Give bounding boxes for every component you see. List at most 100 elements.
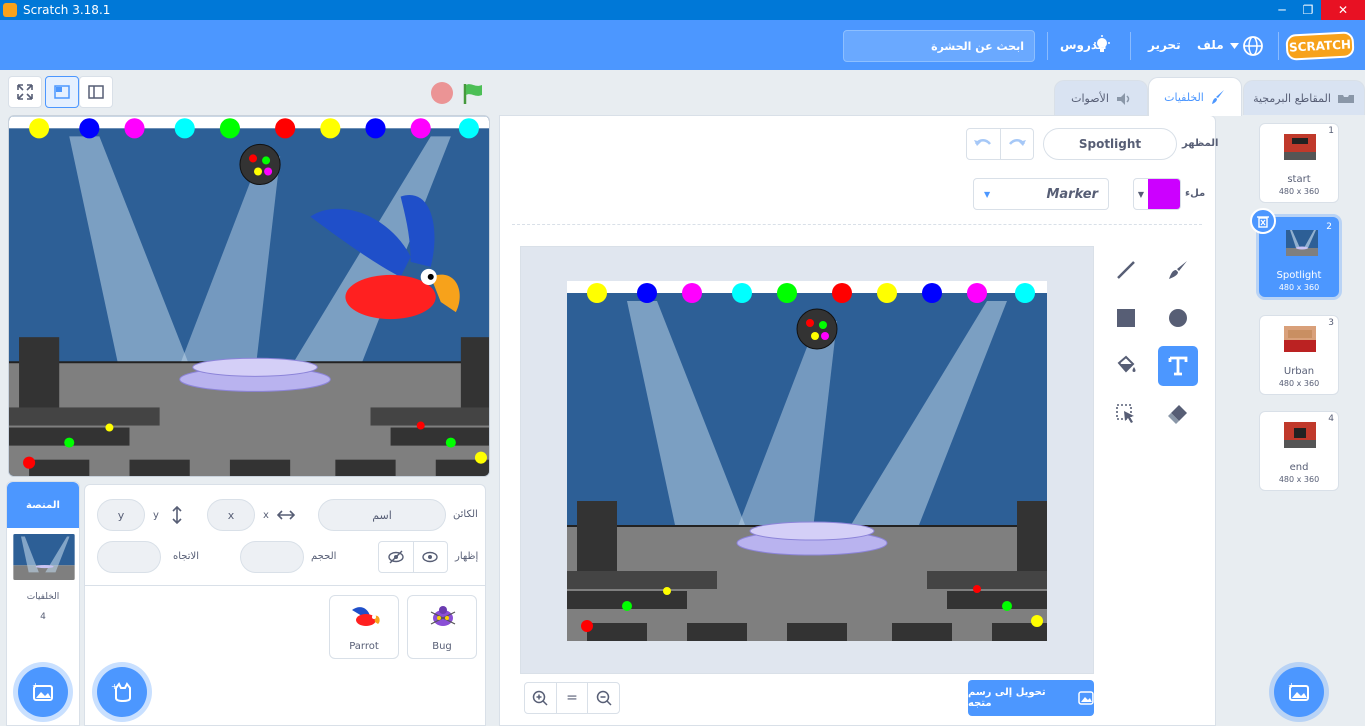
costume-size: 480 x 360 — [1278, 379, 1320, 388]
eye-icon — [422, 551, 438, 563]
stage-target-header: المنصة — [7, 482, 79, 528]
direction-input[interactable] — [97, 541, 161, 573]
circle-tool[interactable] — [1158, 298, 1198, 338]
svg-text:+: + — [32, 682, 39, 690]
image-icon — [1078, 691, 1094, 705]
costume-item[interactable]: 3 Urban 480 x 360 — [1259, 315, 1339, 395]
costume-thumbnail — [1284, 422, 1316, 448]
sprite-name: Parrot — [349, 641, 379, 652]
minimize-button[interactable]: ─ — [1269, 0, 1295, 20]
brush-icon — [1169, 261, 1187, 279]
stage-canvas[interactable] — [8, 115, 490, 477]
sprite-tile-parrot[interactable]: Parrot — [329, 595, 399, 659]
backdrops-count: 4 — [40, 612, 46, 622]
tab-code[interactable]: المقاطع البرمجية — [1243, 80, 1365, 116]
stop-button[interactable] — [431, 82, 453, 104]
menu-divider — [1278, 32, 1279, 60]
chevron-down-icon: ▼ — [1137, 189, 1145, 199]
x-input[interactable]: x — [207, 499, 255, 531]
language-globe-icon[interactable] — [1242, 35, 1264, 57]
maximize-button[interactable]: ❐ — [1295, 0, 1321, 20]
size-input[interactable] — [240, 541, 304, 573]
paint-canvas[interactable] — [567, 281, 1047, 641]
zoom-out-icon — [596, 690, 612, 706]
sprite-tile-bug[interactable]: Bug — [407, 595, 477, 659]
fill-color-swatch — [1148, 179, 1180, 209]
choose-backdrop-button[interactable]: + — [18, 667, 68, 717]
eraser-tool[interactable] — [1158, 394, 1198, 434]
tab-sounds[interactable]: الأصوات — [1054, 80, 1148, 116]
tab-backdrops[interactable]: الخلفيات — [1148, 77, 1242, 116]
paint-canvas-area[interactable] — [520, 246, 1094, 674]
chevron-down-icon[interactable] — [1230, 43, 1239, 49]
fill-label: ملء — [1185, 188, 1206, 199]
choose-backdrop-button[interactable]: + — [1274, 667, 1324, 717]
rectangle-tool[interactable] — [1106, 298, 1146, 338]
fullscreen-icon — [17, 84, 33, 100]
costume-item-selected[interactable]: 2 Spotlight 480 x 360 — [1250, 208, 1339, 297]
stage-header — [0, 70, 500, 115]
text-tool[interactable] — [1158, 346, 1198, 386]
menu-edit[interactable]: تحرير — [1148, 38, 1181, 52]
small-stage-button[interactable] — [45, 76, 79, 108]
select-tool[interactable] — [1106, 394, 1146, 434]
y-input[interactable]: y — [97, 499, 145, 531]
undo-redo-group — [966, 128, 1034, 160]
close-button[interactable]: ✕ — [1321, 0, 1365, 20]
scratch-logo[interactable]: SCRATCH — [1285, 31, 1355, 61]
font-dropdown[interactable]: ▼ Marker — [973, 178, 1109, 210]
fill-tool[interactable] — [1106, 346, 1146, 386]
vertical-arrows-icon — [172, 506, 182, 524]
menu-tutorials[interactable]: الدروس — [1060, 38, 1106, 52]
sprite-name: Bug — [432, 641, 452, 652]
menu-file[interactable]: ملف — [1197, 38, 1224, 52]
horizontal-arrows-icon — [276, 510, 295, 520]
costume-item[interactable]: 4 end 480 x 360 — [1259, 411, 1339, 491]
large-stage-button[interactable] — [79, 76, 113, 108]
x-label: x — [263, 509, 269, 521]
costume-number: 1 — [1328, 126, 1334, 136]
costume-name: end — [1289, 462, 1309, 473]
zoom-in-button[interactable] — [525, 683, 556, 713]
hide-sprite-button[interactable] — [379, 542, 413, 572]
line-icon — [1117, 261, 1135, 279]
search-input[interactable]: ابحث عن الحشرة — [843, 30, 1035, 62]
costume-number: 2 — [1326, 222, 1332, 232]
delete-costume-button[interactable] — [1250, 208, 1276, 234]
paintbrush-icon — [1211, 90, 1224, 104]
convert-to-vector-button[interactable]: تحويل إلى رسم متجه — [968, 680, 1094, 716]
costume-item[interactable]: 1 start 480 x 360 — [1259, 123, 1339, 203]
costume-name: start — [1287, 174, 1311, 185]
costume-size: 480 x 360 — [1278, 283, 1320, 292]
undo-button[interactable] — [967, 129, 1000, 159]
select-arrow-icon — [1116, 404, 1134, 423]
tab-code-label: المقاطع البرمجية — [1253, 92, 1331, 105]
size-label: الحجم — [311, 551, 337, 562]
fullscreen-button[interactable] — [8, 76, 42, 108]
zoom-reset-button[interactable]: = — [555, 683, 588, 713]
brush-tool[interactable] — [1158, 250, 1198, 290]
zoom-out-button[interactable] — [587, 683, 619, 713]
divider — [512, 224, 1202, 225]
costume-name: Spotlight — [1276, 270, 1322, 281]
spotlight-backdrop — [567, 281, 1047, 641]
fill-color-picker[interactable]: ▼ — [1133, 178, 1181, 210]
costume-name-input[interactable]: Spotlight — [1043, 128, 1177, 160]
font-name: Marker — [1046, 186, 1098, 202]
undo-icon — [974, 139, 992, 146]
svg-text:+: + — [1288, 682, 1295, 690]
sprite-name-input[interactable]: اسم — [318, 499, 446, 531]
circle-icon — [1169, 309, 1187, 327]
menu-divider — [1047, 32, 1048, 60]
green-flag-icon[interactable] — [461, 82, 485, 106]
text-icon — [1168, 356, 1188, 376]
editor-scrollbar[interactable] — [1218, 115, 1230, 726]
redo-button[interactable] — [999, 129, 1034, 159]
eraser-icon — [1168, 405, 1187, 424]
show-sprite-button[interactable] — [412, 542, 448, 572]
line-tool[interactable] — [1106, 250, 1146, 290]
parrot-sprite-icon — [352, 607, 380, 626]
add-backdrop-icon: + — [32, 682, 53, 701]
choose-sprite-button[interactable]: + — [97, 667, 147, 717]
add-sprite-icon: + — [111, 682, 131, 702]
